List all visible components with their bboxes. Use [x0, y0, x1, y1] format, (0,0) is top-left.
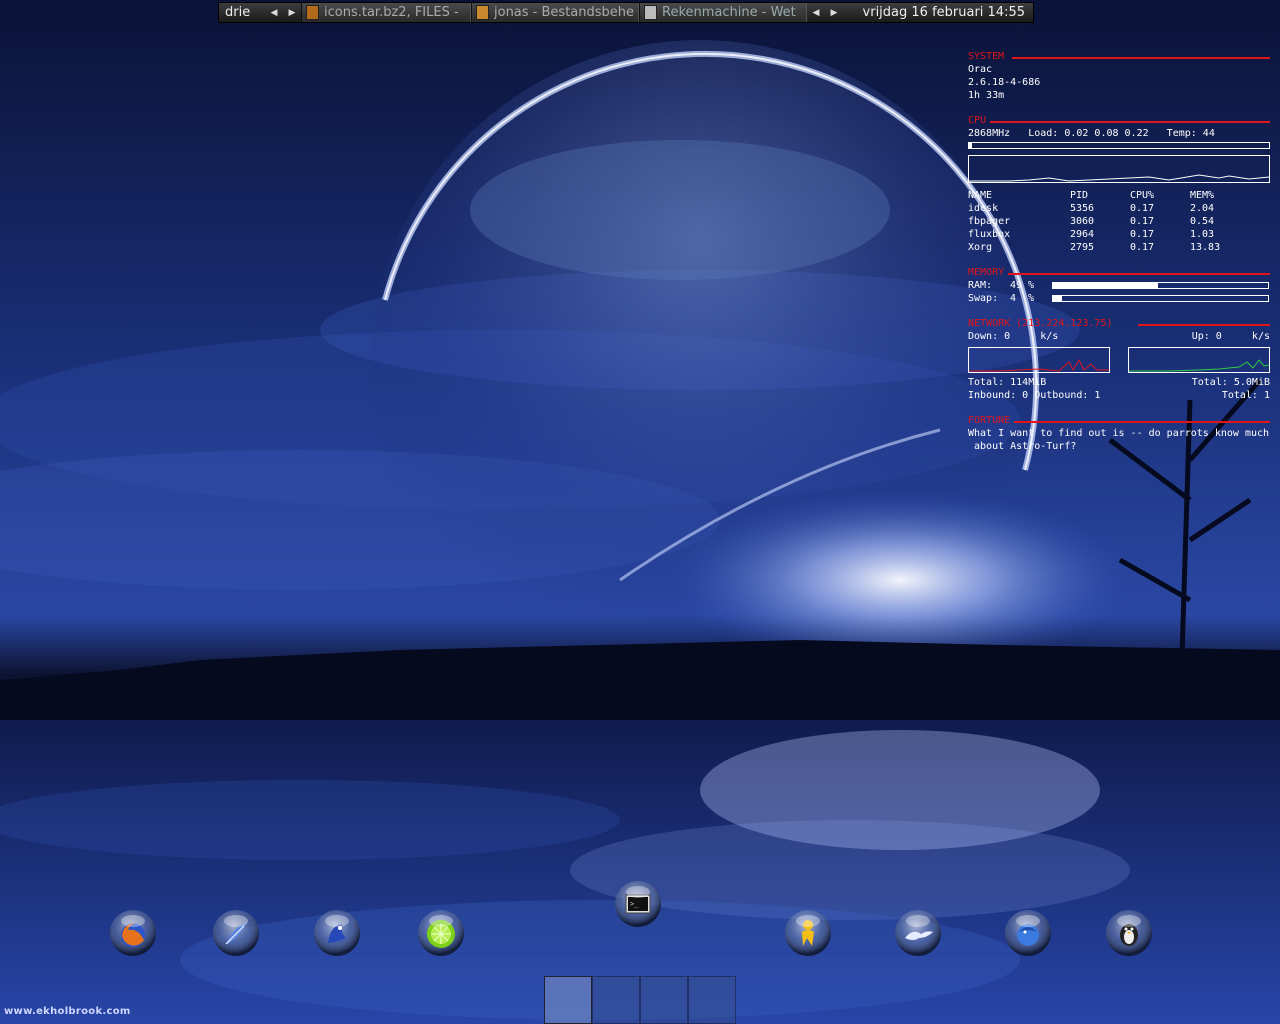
lime-icon[interactable] [416, 908, 466, 958]
clock: vrijdag 16 februari 14:55 [862, 5, 1025, 20]
prev-window-arrow-icon[interactable]: ◀ [807, 8, 825, 18]
task-label: Rekenmachine - Wet [662, 5, 796, 20]
section-system-header: SYSTEM [968, 50, 1270, 63]
process-row: idesk 5356 0.17 2.04 [968, 203, 1215, 214]
process-row: fbpager 3060 0.17 0.54 [968, 216, 1215, 227]
section-memory-header: MEMORY [968, 266, 1270, 279]
ram-row: RAM: 49 % [968, 279, 1270, 292]
section-fortune-header: FORTUNE [968, 414, 1270, 427]
upload-graph [1128, 347, 1270, 373]
uptime: 1h 33m [968, 90, 1005, 101]
next-workspace-arrow-icon[interactable]: ▶ [283, 8, 301, 18]
svg-text:>_: >_ [630, 900, 639, 908]
pager-workspace-3[interactable] [640, 976, 688, 1024]
swap-usage-bar [1052, 295, 1269, 302]
workspace-name[interactable]: drie [219, 5, 265, 20]
fluxbox-toolbar: drie ◀ ▶ icons.tar.bz2, FILES - jonas - … [218, 2, 1034, 23]
openoffice-icon[interactable] [893, 908, 943, 958]
next-window-arrow-icon[interactable]: ▶ [825, 8, 843, 18]
network-connections-row: Inbound: 0 Outbound: 1 Total: 1 [968, 390, 1270, 401]
penguin-icon[interactable] [1104, 908, 1154, 958]
kernel-version: 2.6.18-4-686 [968, 77, 1041, 88]
task-label: icons.tar.bz2, FILES - [324, 5, 459, 20]
process-row: Xorg 2795 0.17 13.83 [968, 242, 1221, 253]
network-graphs [968, 347, 1270, 373]
cpu-graph-plot [969, 174, 1270, 182]
folder-icon [476, 5, 489, 20]
section-network-header: NETWORK (213.224.123.75) [968, 317, 1270, 330]
firefox-icon[interactable] [108, 908, 158, 958]
blue-bird-icon[interactable] [312, 908, 362, 958]
process-row: fluxbox 2964 0.17 1.03 [968, 229, 1215, 240]
pager-workspace-2[interactable] [592, 976, 640, 1024]
task-file-manager[interactable]: jonas - Bestandsbehe [471, 3, 639, 22]
download-graph-plot [969, 358, 1109, 372]
wallpaper-watermark: www.ekholbrook.com [4, 1006, 131, 1017]
ram-usage-bar [1052, 282, 1269, 289]
network-speed-row: Down: 0 k/s Up: 0 k/s [968, 331, 1270, 342]
calculator-icon [644, 5, 657, 20]
prev-workspace-arrow-icon[interactable]: ◀ [265, 8, 283, 18]
cpu-usage-bar [968, 142, 1270, 149]
thunderbird-icon[interactable] [1003, 908, 1053, 958]
network-totals-row: Total: 114MiB Total: 5.0MiB [968, 377, 1270, 388]
cpu-graph [968, 155, 1270, 183]
cpu-info-line: 2868MHz Load: 0.02 0.08 0.22 Temp: 44 [968, 128, 1215, 139]
conky-monitor: SYSTEM Orac 2.6.18-4-686 1h 33m CPU 2868… [968, 50, 1270, 453]
pager-workspace-4[interactable] [688, 976, 736, 1024]
aim-buddy-icon[interactable] [783, 908, 833, 958]
hostname: Orac [968, 64, 993, 75]
task-label: jonas - Bestandsbehe [494, 5, 635, 20]
feather-mail-icon[interactable] [211, 908, 261, 958]
fortune-line: about Astro-Turf? [968, 441, 1077, 452]
task-icons-tar[interactable]: icons.tar.bz2, FILES - [301, 3, 471, 22]
upload-graph-plot [1129, 359, 1270, 372]
section-cpu-header: CPU [968, 114, 1270, 127]
task-calculator[interactable]: Rekenmachine - Wet [639, 3, 807, 22]
fortune-line: What I want to find out is -- do parrots… [968, 428, 1270, 439]
download-graph [968, 347, 1110, 373]
workspace-pager [544, 976, 736, 1024]
swap-row: Swap: 4 % [968, 292, 1270, 305]
terminal-icon[interactable]: >_ [613, 879, 663, 929]
pager-workspace-1[interactable] [544, 976, 592, 1024]
archive-icon [306, 5, 319, 20]
process-table-header: NAME PID CPU% MEM% [968, 190, 1215, 201]
